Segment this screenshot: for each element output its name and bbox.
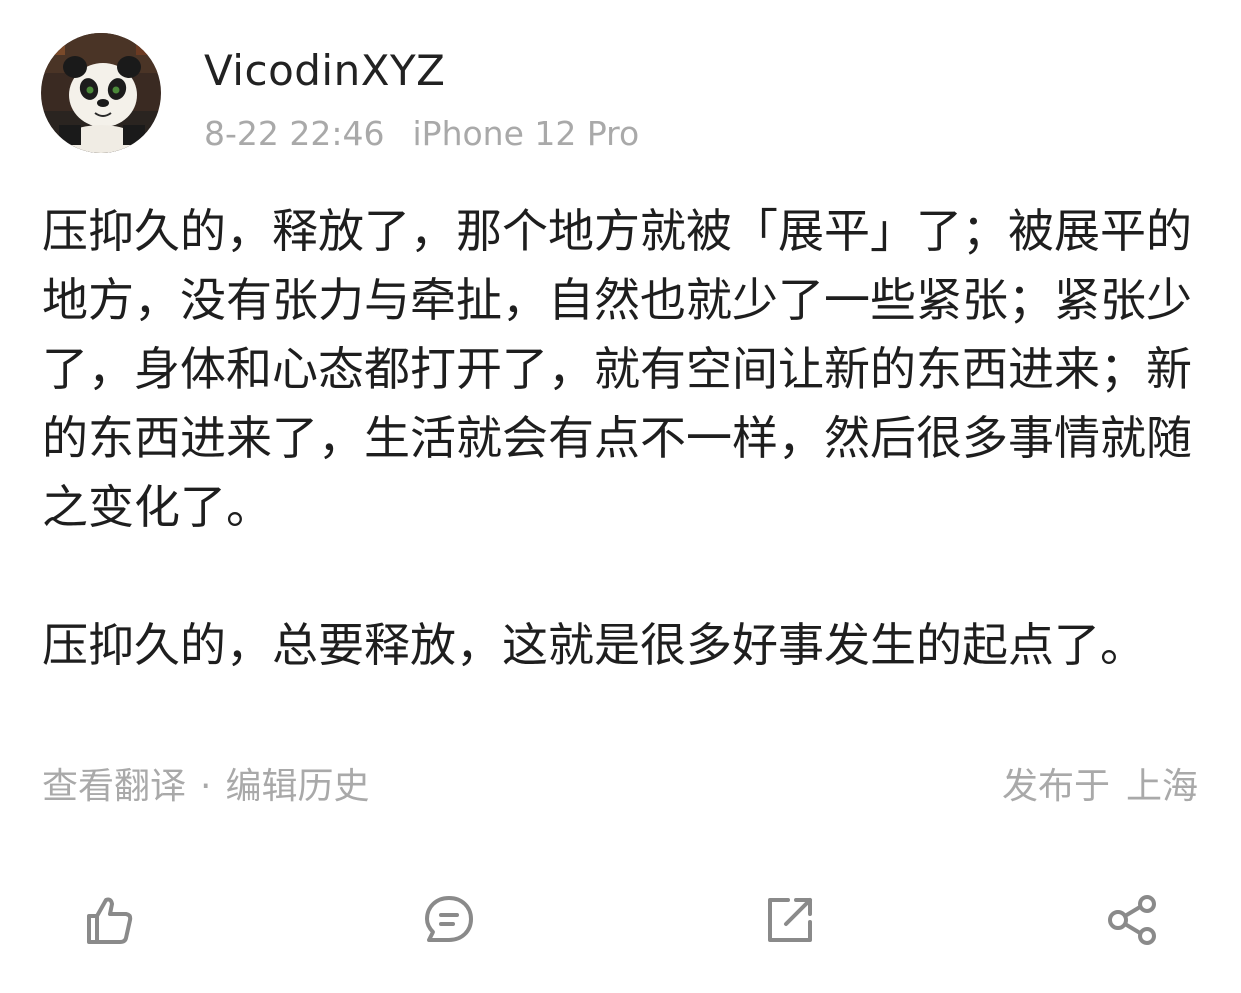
published-prefix: 发布于 — [1001, 766, 1110, 807]
edit-history-link[interactable]: 编辑历史 — [225, 766, 369, 807]
comment-icon — [425, 896, 473, 942]
repost-icon — [768, 898, 812, 942]
post-timestamp: 8-22 22:46 — [204, 114, 385, 153]
share-button[interactable] — [1101, 888, 1165, 952]
post-location: 发布于 上海 — [1002, 757, 1198, 809]
action-bar — [0, 888, 1241, 952]
post-device: iPhone 12 Pro — [412, 114, 640, 153]
post-paragraph: 压抑久的，总要释放，这就是很多好事发生的起点了。 — [42, 618, 1146, 672]
post-content: 压抑久的，释放了，那个地方就被「展平」了；被展平的地方，没有张力与牵扯，自然也就… — [42, 197, 1202, 680]
post-paragraph: 压抑久的，释放了，那个地方就被「展平」了；被展平的地方，没有张力与牵扯，自然也就… — [42, 204, 1192, 534]
panda-avatar-image — [41, 33, 161, 153]
location-label: 上海 — [1125, 766, 1198, 807]
avatar[interactable] — [41, 33, 161, 153]
username[interactable]: VicodinXYZ — [204, 46, 445, 95]
comment-button[interactable] — [417, 888, 481, 952]
view-translation-link[interactable]: 查看翻译 — [42, 766, 186, 807]
repost-button[interactable] — [758, 888, 822, 952]
like-button[interactable] — [76, 888, 140, 952]
post-meta: 8-22 22:46 iPhone 12 Pro — [204, 114, 639, 153]
share-icon — [1108, 895, 1156, 945]
post-footer-links: 查看翻译 · 编辑历史 — [42, 757, 369, 809]
like-icon — [87, 897, 133, 944]
footer-separator: · — [200, 766, 212, 807]
